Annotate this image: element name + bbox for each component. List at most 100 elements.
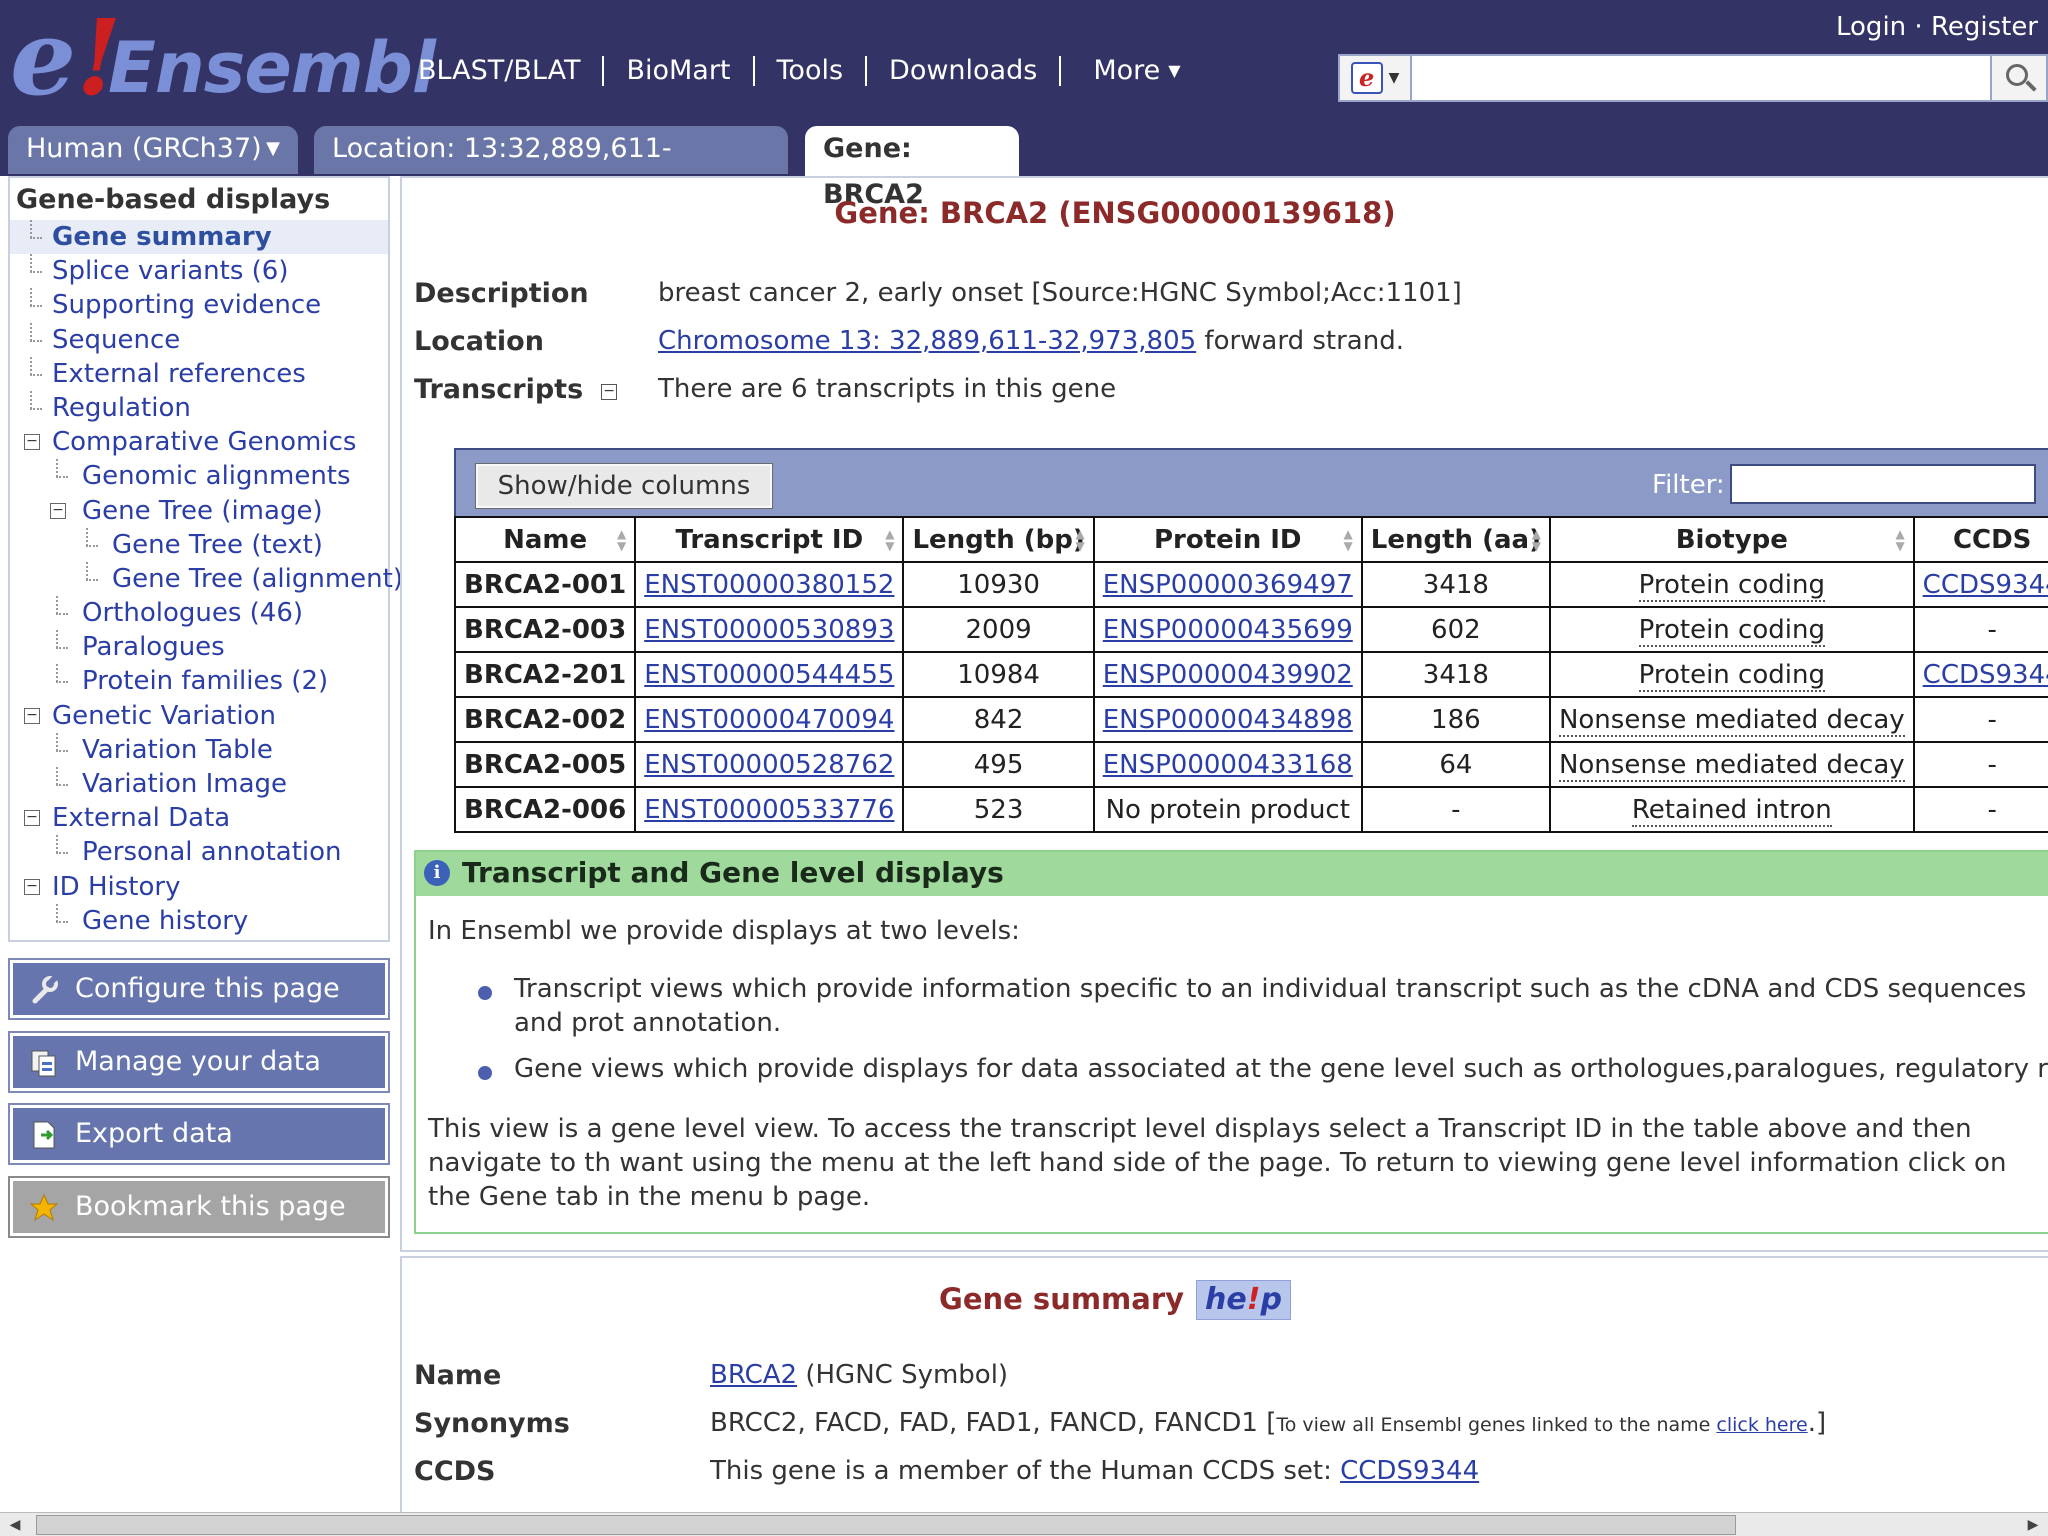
login-link[interactable]: Login — [1836, 12, 1906, 42]
sidebar-item[interactable]: Gene history — [10, 903, 388, 938]
collapse-toggle-icon[interactable]: − — [24, 810, 40, 827]
transcript-id-link-text[interactable]: ENST00000533776 — [644, 795, 894, 825]
sidebar-item-label: ID History — [52, 871, 181, 902]
column-header-protein-id[interactable]: Protein ID ▲ ▼ — [1092, 516, 1363, 563]
table-row: BRCA2-003 ENST00000530893 2009 ENSP00000435… — [453, 606, 2048, 653]
show-hide-columns-button[interactable]: Show/hide columns — [475, 463, 773, 509]
sidebar-item[interactable]: Supporting evidence — [10, 288, 388, 322]
ccds-link[interactable]: CCDS9344 — [1340, 1456, 1479, 1486]
sidebar-item[interactable]: Sequence — [10, 322, 388, 357]
cell-ccds: - — [1912, 606, 2048, 653]
tab-location[interactable]: Location: 13:32,889,611-32,973,805 — [314, 126, 788, 210]
transcript-id-link: ENST00000533776 — [634, 786, 905, 833]
sidebar-item[interactable]: Variation Image — [10, 767, 388, 801]
manage-data-button[interactable]: Manage your data — [8, 1031, 390, 1093]
sidebar-item[interactable]: − ID History — [10, 870, 388, 904]
sidebar-item[interactable]: Splice variants (6) — [10, 254, 388, 288]
sidebar-item[interactable]: Personal annotation — [10, 835, 388, 869]
column-header-name[interactable]: Name ▲ ▼ — [453, 516, 637, 563]
cell-ccds: - — [1912, 786, 2048, 833]
gene-name-suffix: (HGNC Symbol) — [797, 1360, 1009, 1390]
ccds-label: CCDS — [414, 1456, 496, 1487]
sidebar-item-label: Sequence — [52, 324, 181, 355]
nav-more[interactable]: More ▼ — [1061, 56, 1202, 86]
protein-id-cell-text[interactable]: ENSP00000439902 — [1103, 660, 1353, 690]
column-header-length-bp[interactable]: Length (bp) ▲ ▼ — [902, 516, 1095, 563]
sidebar-item[interactable]: Orthologues (46) — [10, 596, 388, 630]
export-data-button[interactable]: Export data — [8, 1103, 390, 1165]
protein-id-cell-text[interactable]: ENSP00000435699 — [1103, 615, 1353, 645]
cell-ccds-text[interactable]: CCDS9344 — [1923, 570, 2048, 600]
search-button[interactable] — [1990, 56, 2046, 100]
bullet-icon — [478, 986, 492, 1000]
collapse-toggle-icon[interactable]: − — [24, 707, 40, 724]
page-title: Gene: BRCA2 (ENSG00000139618) — [834, 196, 1396, 230]
help-button[interactable]: he!p — [1196, 1280, 1291, 1320]
transcript-id-link-text[interactable]: ENST00000530893 — [644, 615, 894, 645]
column-header-length-aa[interactable]: Length (aa) ▲ ▼ — [1360, 516, 1551, 563]
sidebar-item[interactable]: Gene summary — [10, 220, 388, 255]
sidebar-item[interactable]: − Comparative Genomics — [10, 425, 388, 459]
sidebar-item[interactable]: Gene Tree (alignment) — [10, 561, 403, 596]
tab-gene[interactable]: Gene: BRCA2 — [805, 126, 1019, 210]
search-input[interactable] — [1414, 56, 1990, 100]
gene-name-link[interactable]: BRCA2 — [710, 1360, 797, 1390]
synonyms-click-here-link[interactable]: click here — [1716, 1414, 1807, 1436]
protein-id-cell-text[interactable]: ENSP00000434898 — [1103, 705, 1353, 735]
protein-id-cell-text[interactable]: ENSP00000433168 — [1103, 750, 1353, 780]
transcript-id-link-text[interactable]: ENST00000470094 — [644, 705, 894, 735]
sidebar-item[interactable]: Genomic alignments — [10, 459, 388, 493]
nav-downloads[interactable]: Downloads — [867, 56, 1062, 86]
transcript-id-link-text[interactable]: ENST00000528762 — [644, 750, 894, 780]
bookmark-page-button[interactable]: Bookmark this page — [8, 1176, 390, 1238]
sidebar-item[interactable]: − Genetic Variation — [10, 699, 388, 733]
scroll-right-icon[interactable]: ▶ — [2022, 1515, 2044, 1535]
cell-biotype: Protein coding — [1548, 561, 1915, 608]
protein-id-cell-text[interactable]: ENSP00000369497 — [1103, 570, 1353, 600]
sidebar-item[interactable]: Variation Table — [10, 732, 388, 767]
nav-blast-blat[interactable]: BLAST/BLAT — [418, 56, 605, 86]
cell-name-text: BRCA2-002 — [464, 704, 627, 735]
collapse-icon[interactable]: − — [601, 384, 618, 400]
transcripts-count: There are 6 transcripts in this gene — [658, 374, 1117, 404]
register-link[interactable]: Register — [1931, 12, 2038, 42]
collapse-toggle-icon[interactable]: − — [24, 434, 40, 451]
sidebar-item[interactable]: − External Data — [10, 801, 388, 835]
transcript-table: Name ▲ ▼ Transcript ID ▲ ▼ Length (bp) ▲ ▼ Pro… — [453, 516, 2048, 833]
cell-length-aa-text: 3418 — [1422, 569, 1489, 600]
column-header-ccds[interactable]: CCDS▲▼ — [1912, 516, 2048, 563]
nav-tools[interactable]: Tools — [755, 56, 868, 86]
sidebar-item-label: Orthologues (46) — [82, 598, 304, 629]
ensembl-logo[interactable]: e! Ensembl — [10, 6, 436, 114]
synonyms-label: Synonyms — [414, 1408, 570, 1439]
table-row: BRCA2-001 ENST00000380152 10930 ENSP0000036… — [453, 561, 2048, 608]
transcript-id-link: ENST00000544455 — [634, 651, 905, 698]
collapse-toggle-icon[interactable]: − — [24, 878, 40, 895]
cell-ccds-text[interactable]: CCDS9344 — [1923, 660, 2048, 690]
transcript-id-link-text[interactable]: ENST00000544455 — [644, 660, 894, 690]
filter-input[interactable] — [1730, 464, 2036, 504]
column-header-biotype[interactable]: Biotype ▲ ▼ — [1548, 516, 1915, 563]
caret-down-icon: ▼ — [1168, 61, 1181, 80]
sidebar-item[interactable]: − Gene Tree (image) — [10, 494, 388, 528]
cell-ccds-text: - — [1987, 749, 1997, 780]
horizontal-scrollbar[interactable]: ◀ ▶ — [0, 1512, 2048, 1536]
column-header-transcript-id[interactable]: Transcript ID ▲ ▼ — [634, 516, 905, 563]
transcript-id-link-text[interactable]: ENST00000380152 — [644, 570, 894, 600]
wrench-icon — [32, 975, 58, 1004]
sidebar-item[interactable]: Gene Tree (text) — [10, 527, 388, 562]
sidebar-item[interactable]: Paralogues — [10, 630, 388, 664]
cell-ccds-text: - — [1987, 614, 1997, 645]
nav-biomart[interactable]: BioMart — [604, 56, 755, 86]
cell-name: BRCA2-201 — [453, 651, 637, 698]
sidebar-item[interactable]: External references — [10, 356, 388, 391]
search-species-selector[interactable]: e ▼ — [1340, 56, 1412, 100]
tab-species[interactable]: Human (GRCh37) ▼ — [8, 126, 298, 174]
sidebar-item[interactable]: Protein families (2) — [10, 664, 388, 698]
scroll-left-icon[interactable]: ◀ — [4, 1515, 26, 1535]
collapse-toggle-icon[interactable]: − — [50, 502, 66, 519]
scrollbar-thumb[interactable] — [36, 1515, 1736, 1535]
location-link[interactable]: Chromosome 13: 32,889,611-32,973,805 — [658, 326, 1196, 356]
configure-page-button[interactable]: Configure this page — [8, 958, 390, 1020]
sidebar-item[interactable]: Regulation — [10, 390, 388, 425]
